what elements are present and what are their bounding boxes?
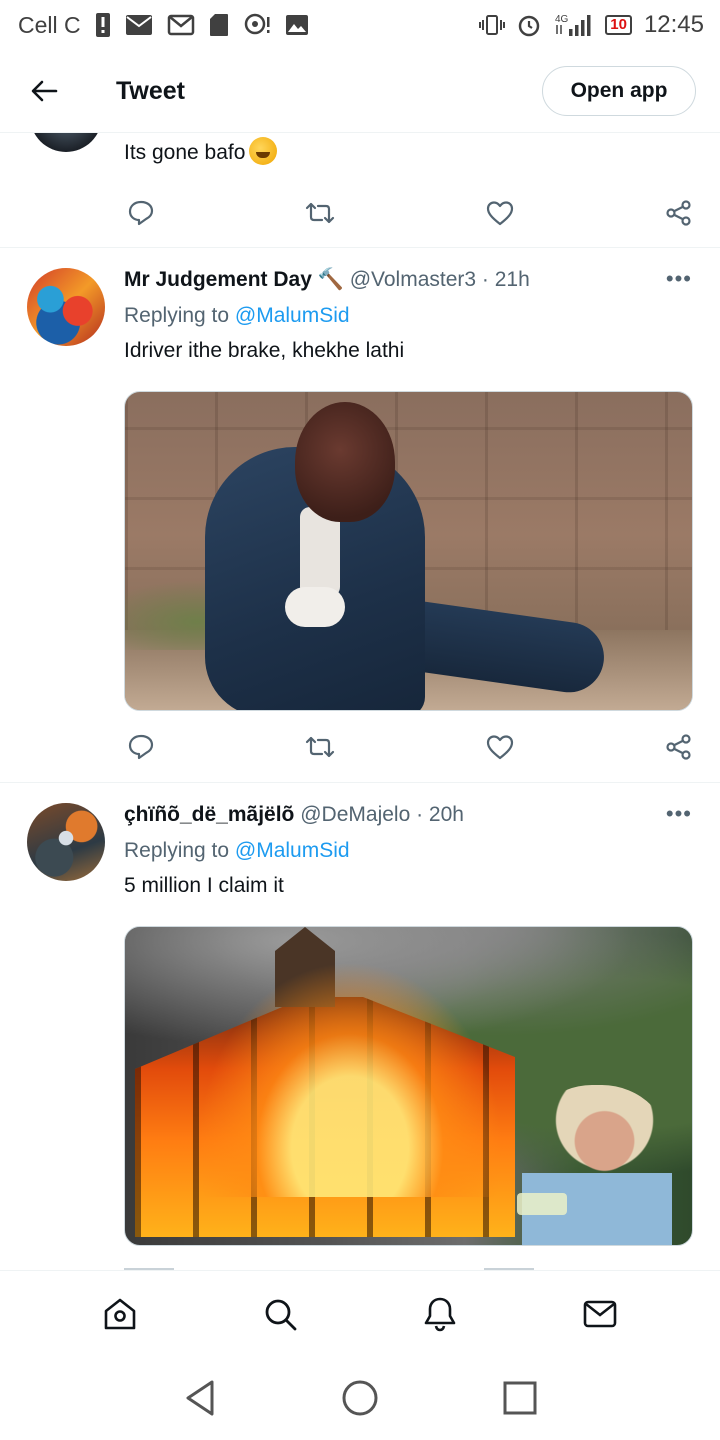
retweet-icon bbox=[306, 736, 335, 758]
reply-icon bbox=[128, 200, 154, 226]
tweet-author-line: Mr Judgement Day 🔨 @Volmaster3 · 21h bbox=[124, 268, 530, 292]
notifications-icon bbox=[424, 1297, 456, 1331]
back-icon bbox=[186, 1380, 214, 1416]
tweet-actions bbox=[124, 196, 696, 230]
page-title: Tweet bbox=[116, 76, 185, 105]
like-button[interactable] bbox=[483, 196, 517, 230]
nav-messages[interactable] bbox=[576, 1290, 624, 1338]
status-bar: Cell C 4G 10 12:45 bbox=[0, 0, 720, 50]
tweet-card[interactable]: Mr Judgement Day 🔨 @Volmaster3 · 21h •••… bbox=[0, 248, 720, 782]
home-circle-icon bbox=[342, 1380, 378, 1416]
signal-icon: 4G bbox=[553, 12, 593, 38]
carrier-name: Cell C bbox=[18, 11, 81, 38]
home-icon bbox=[104, 1298, 136, 1329]
tweet-media-image[interactable] bbox=[124, 391, 693, 711]
retweet-icon bbox=[306, 202, 335, 224]
tweet-actions bbox=[124, 730, 696, 764]
system-navigation-bar bbox=[0, 1356, 720, 1440]
status-left: Cell C bbox=[18, 12, 309, 39]
messages-icon bbox=[583, 1300, 617, 1327]
heart-icon bbox=[486, 201, 513, 226]
avatar[interactable] bbox=[27, 803, 105, 881]
photo-glass bbox=[517, 1193, 567, 1215]
search-icon bbox=[265, 1299, 297, 1330]
status-right: 4G 10 12:45 bbox=[479, 11, 704, 39]
share-icon bbox=[666, 734, 691, 760]
back-button[interactable] bbox=[24, 71, 64, 111]
replying-prefix: Replying to bbox=[124, 304, 230, 327]
mention-link[interactable]: @MalumSid bbox=[235, 304, 350, 327]
share-button[interactable] bbox=[662, 730, 696, 764]
handle-time: @DeMajelo · 20h bbox=[300, 803, 464, 826]
share-icon bbox=[666, 200, 691, 226]
tweet-media-image[interactable] bbox=[124, 926, 693, 1246]
mention-link[interactable]: @MalumSid bbox=[235, 839, 350, 862]
alarm-icon bbox=[517, 13, 541, 37]
photo-head bbox=[295, 402, 395, 522]
battery-icon: 10 bbox=[605, 15, 632, 35]
gmail-icon bbox=[167, 14, 195, 36]
photo-hands bbox=[285, 587, 345, 627]
reply-feed[interactable]: Its gone bafo Mr Judgement Day 🔨 @Volmas… bbox=[0, 132, 720, 1270]
partial-tweet[interactable]: Its gone bafo bbox=[0, 132, 720, 248]
nav-search[interactable] bbox=[256, 1290, 304, 1338]
gallery-icon bbox=[285, 14, 309, 36]
reply-button[interactable] bbox=[124, 196, 158, 230]
retweet-button[interactable] bbox=[303, 730, 337, 764]
replying-to-line: Replying to @MalumSid bbox=[124, 304, 350, 328]
system-back-button[interactable] bbox=[176, 1374, 224, 1422]
reply-icon bbox=[128, 734, 154, 760]
more-options-icon[interactable]: ••• bbox=[666, 266, 692, 292]
back-arrow-icon bbox=[31, 80, 58, 102]
replying-to-line: Replying to @MalumSid bbox=[124, 839, 350, 863]
replying-prefix: Replying to bbox=[124, 839, 230, 862]
network-type-label: 4G bbox=[555, 14, 569, 25]
sd-card-icon bbox=[209, 13, 229, 37]
handle-time: @Volmaster3 · 21h bbox=[349, 268, 530, 291]
rofl-emoji-icon bbox=[249, 137, 278, 165]
system-recents-button[interactable] bbox=[496, 1374, 544, 1422]
recents-icon bbox=[503, 1381, 537, 1415]
nav-home[interactable] bbox=[96, 1290, 144, 1338]
photo-woman bbox=[522, 1085, 672, 1245]
vibrate-icon bbox=[479, 14, 506, 36]
tweet-text: 5 million I claim it bbox=[124, 874, 284, 897]
share-button[interactable] bbox=[662, 196, 696, 230]
tweet-text: Idriver ithe brake, khekhe lathi bbox=[124, 339, 405, 362]
avatar[interactable] bbox=[30, 132, 102, 152]
tweet-card[interactable]: çhïñõ_dë_mãjëlõ @DeMajelo · 20h ••• Repl… bbox=[0, 783, 720, 1270]
tweet-text-content: Its gone bafo bbox=[124, 141, 246, 164]
nav-notifications[interactable] bbox=[416, 1290, 464, 1338]
retweet-button[interactable] bbox=[303, 196, 337, 230]
clock: 12:45 bbox=[643, 11, 704, 38]
tweet-author-line: çhïñõ_dë_mãjëlõ @DeMajelo · 20h bbox=[124, 803, 464, 827]
heart-icon bbox=[486, 735, 513, 760]
like-button[interactable] bbox=[483, 730, 517, 764]
tweet-header: Tweet Open app bbox=[0, 50, 720, 132]
sim-alert-icon bbox=[95, 12, 111, 38]
battery-level: 10 bbox=[610, 16, 627, 33]
system-home-button[interactable] bbox=[336, 1374, 384, 1422]
display-name[interactable]: Mr Judgement Day 🔨 bbox=[124, 268, 344, 291]
reply-button[interactable] bbox=[124, 730, 158, 764]
photo-flames bbox=[185, 947, 515, 1197]
mail-icon bbox=[125, 14, 153, 36]
display-name[interactable]: çhïñõ_dë_mãjëlõ bbox=[124, 803, 294, 826]
more-options-icon[interactable]: ••• bbox=[666, 801, 692, 827]
tweet-text: Its gone bafo bbox=[124, 137, 278, 165]
avatar[interactable] bbox=[27, 268, 105, 346]
open-app-button[interactable]: Open app bbox=[542, 66, 696, 116]
hotspot-icon bbox=[243, 13, 271, 37]
bottom-navigation bbox=[0, 1270, 720, 1356]
